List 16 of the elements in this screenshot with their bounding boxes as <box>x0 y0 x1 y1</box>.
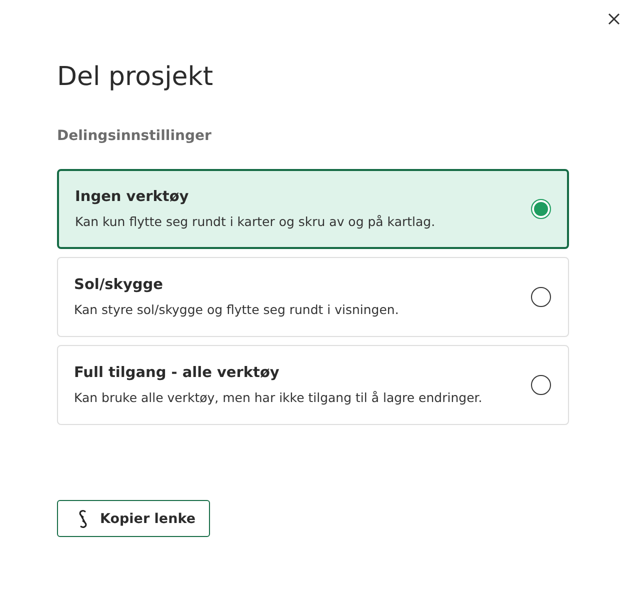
radio-button[interactable] <box>531 199 551 219</box>
option-title: Full tilgang - alle verktøy <box>74 365 280 381</box>
radio-button[interactable] <box>531 287 551 307</box>
dialog-title: Del prosjekt <box>57 61 214 94</box>
option-description: Kan bruke alle verktøy, men har ikke tilgang til å lagre endringer. <box>74 390 482 405</box>
section-label: Delingsinnstillinger <box>57 128 212 144</box>
option-card[interactable]: Full tilgang - alle verktøy Kan bruke alle verktøy, men har ikke tilgang til å lagre endringer. <box>57 345 569 425</box>
option-title: Sol/skygge <box>74 277 164 293</box>
option-description: Kan kun flytte seg rundt i karter og skru av og på kartlag. <box>75 214 436 229</box>
option-card[interactable]: Sol/skygge Kan styre sol/skygge og flytte seg rundt i visningen. <box>57 257 569 337</box>
option-title: Ingen verktøy <box>75 189 190 205</box>
radio-button[interactable] <box>531 375 551 395</box>
close-icon <box>608 13 620 25</box>
copy-link-button[interactable]: Kopier lenke <box>57 500 210 537</box>
option-card[interactable]: Ingen verktøy Kan kun flytte seg rundt i karter og skru av og på kartlag. <box>57 169 569 249</box>
option-description: Kan styre sol/skygge og flytte seg rundt i visningen. <box>74 302 399 317</box>
